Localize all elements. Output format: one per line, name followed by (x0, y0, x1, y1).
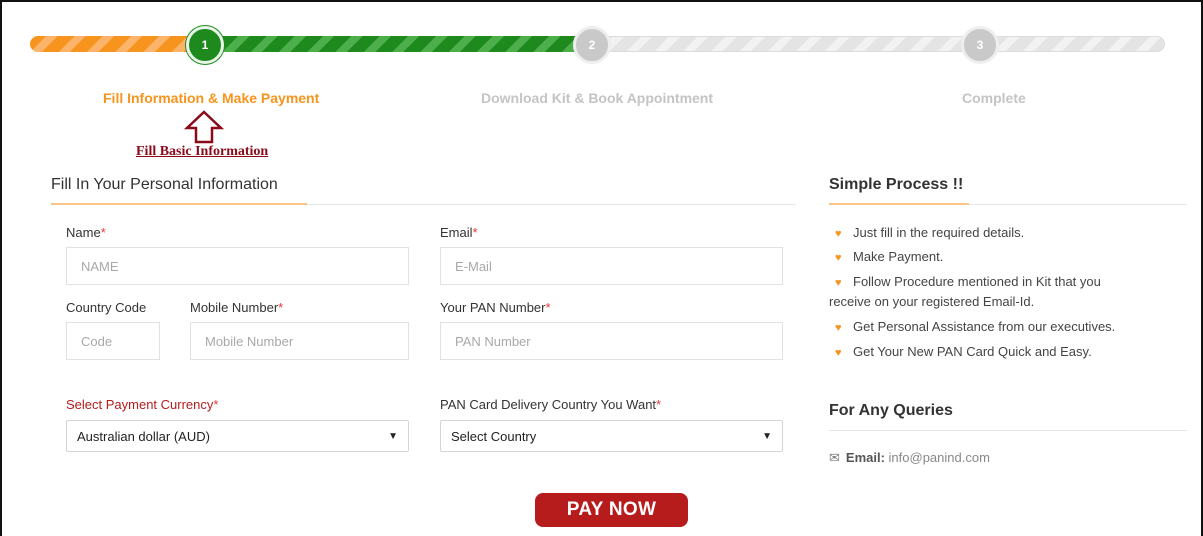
process-item: ♥ Make Payment. (835, 247, 943, 268)
caret-down-icon: ▼ (388, 430, 398, 442)
side-accent-underline (829, 203, 969, 205)
contact-email: ✉ Email: info@panind.com (829, 450, 990, 465)
queries-divider (829, 430, 1187, 431)
map-pin-icon: ♥ (835, 252, 842, 264)
personal-info-title: Fill In Your Personal Information (51, 176, 278, 193)
step-2-label: Download Kit & Book Appointment (481, 90, 714, 106)
section-accent-underline (51, 203, 307, 205)
simple-process-title: Simple Process !! (829, 176, 964, 193)
step-3-label: Complete (962, 90, 1026, 106)
step-2-indicator: 2 (573, 26, 611, 64)
progress-track-current (196, 36, 590, 52)
mobile-input[interactable] (190, 322, 409, 360)
process-item: ♥ Just fill in the required details. (835, 223, 1024, 244)
email-label: Email* (440, 225, 478, 240)
progress-track-remaining (580, 36, 1165, 52)
currency-select[interactable]: Australian dollar (AUD) ▼ (66, 420, 409, 452)
delivery-country-select[interactable]: Select Country ▼ (440, 420, 783, 452)
delivery-country-label: PAN Card Delivery Country You Want* (440, 397, 662, 412)
progress-track-done (30, 36, 200, 52)
mobile-label: Mobile Number* (190, 300, 284, 315)
country-code-label: Country Code (66, 300, 147, 315)
map-pin-icon: ♥ (835, 322, 842, 334)
step-1-label: Fill Information & Make Payment (103, 90, 320, 106)
step-1-indicator: 1 (186, 26, 224, 64)
process-item: ♥ Get Your New PAN Card Quick and Easy. (835, 342, 1092, 363)
up-arrow-icon (184, 110, 224, 144)
map-pin-icon: ♥ (835, 277, 842, 289)
annotation-text: Fill Basic Information (136, 144, 269, 159)
process-item: ♥ Follow Procedure mentioned in Kit that … (835, 272, 1101, 293)
name-label: Name* (66, 225, 106, 240)
currency-label: Select Payment Currency* (66, 397, 219, 412)
name-input[interactable] (66, 247, 409, 285)
map-pin-icon: ♥ (835, 228, 842, 240)
pan-number-input[interactable] (440, 322, 783, 360)
queries-title: For Any Queries (829, 402, 953, 419)
process-item: ♥ Get Personal Assistance from our execut… (835, 317, 1115, 338)
pan-number-label: Your PAN Number* (440, 300, 551, 315)
map-pin-icon: ♥ (835, 347, 842, 359)
pay-now-button[interactable]: PAY NOW (535, 493, 688, 527)
contact-email-link[interactable]: info@panind.com (889, 450, 990, 465)
country-code-input[interactable] (66, 322, 160, 360)
delivery-country-select-value: Select Country (451, 428, 537, 444)
step-3-indicator: 3 (961, 26, 999, 64)
envelope-icon: ✉ (829, 450, 840, 465)
currency-select-value: Australian dollar (AUD) (77, 428, 210, 444)
email-input[interactable] (440, 247, 783, 285)
caret-down-icon: ▼ (762, 430, 772, 442)
process-item-continued: receive on your registered Email-Id. (829, 294, 1035, 309)
